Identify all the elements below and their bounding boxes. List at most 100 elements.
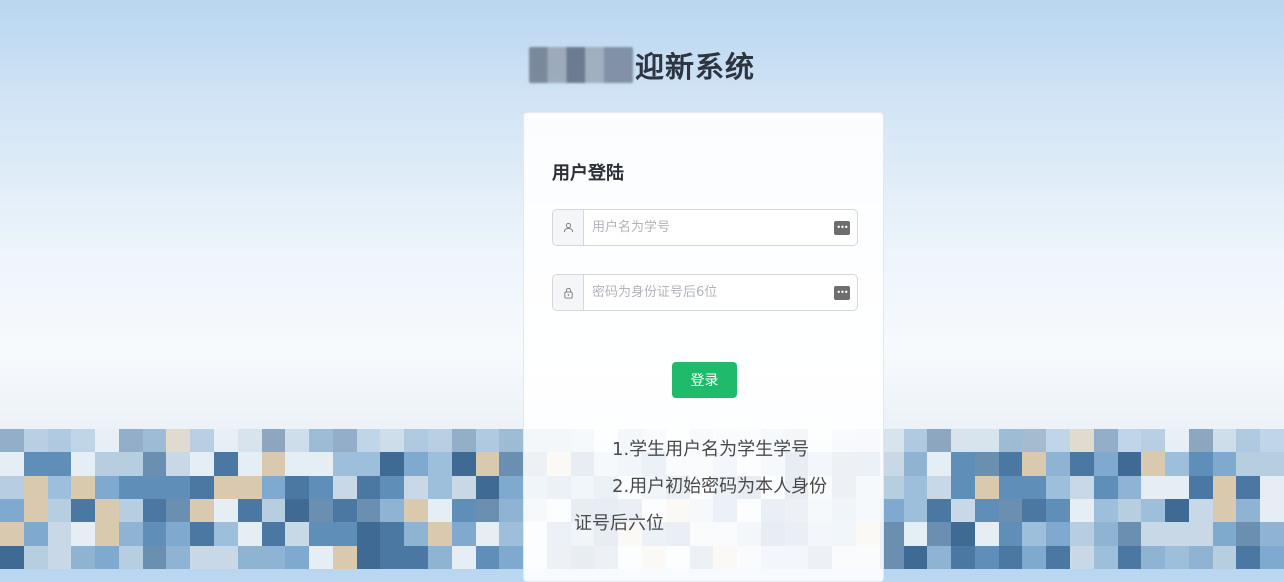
background-pixel	[1141, 522, 1166, 546]
background-pixel	[927, 499, 952, 523]
background-pixel	[237, 452, 262, 476]
background-pixel	[903, 429, 928, 453]
background-pixel	[23, 452, 48, 476]
background-pixel	[166, 545, 191, 569]
background-pixel	[903, 545, 928, 569]
background-pixel	[71, 522, 96, 546]
background-pixel	[332, 452, 357, 476]
background-pixel	[237, 499, 262, 523]
background-pixel	[95, 499, 119, 523]
background-pixel	[214, 429, 238, 453]
background-pixel	[927, 522, 952, 546]
background-pixel	[475, 499, 500, 523]
page-title-text: 迎新系统	[634, 50, 755, 84]
background-pixel	[1212, 522, 1237, 546]
background-pixel	[23, 545, 48, 569]
background-pixel	[285, 545, 310, 569]
background-pixel	[380, 475, 405, 499]
username-input[interactable]	[584, 210, 834, 245]
background-pixel	[190, 429, 214, 453]
background-pixel	[332, 545, 357, 569]
background-pixel	[1046, 429, 1070, 453]
password-manager-icon[interactable]: •••	[834, 285, 850, 300]
background-pixel	[1022, 522, 1047, 546]
background-pixel	[261, 475, 286, 499]
background-pixel	[1260, 499, 1284, 523]
background-pixel	[951, 545, 975, 569]
background-pixel	[451, 522, 476, 546]
background-pixel	[332, 522, 357, 546]
user-icon	[553, 210, 584, 245]
background-pixel	[951, 475, 975, 499]
background-pixel	[1236, 429, 1261, 453]
background-pixel	[190, 499, 214, 523]
background-pixel	[1141, 499, 1166, 523]
background-pixel	[332, 499, 357, 523]
login-heading: 用户登陆	[552, 163, 624, 184]
background-pixel	[1188, 522, 1213, 546]
background-pixel	[1188, 429, 1213, 453]
background-pixel	[998, 475, 1023, 499]
login-button[interactable]: 登录	[672, 362, 737, 398]
background-pixel	[428, 452, 452, 476]
background-pixel	[23, 499, 48, 523]
background-pixel	[1117, 475, 1142, 499]
background-pixel	[404, 452, 428, 476]
password-field: •••	[552, 274, 858, 311]
background-pixel	[1188, 499, 1213, 523]
note-line-2: 2.用户初始密码为本人身份	[612, 476, 828, 497]
background-pixel	[451, 545, 476, 569]
background-pixel	[118, 499, 143, 523]
background-pixel	[974, 545, 999, 569]
background-pixel	[998, 545, 1023, 569]
background-pixel	[1260, 545, 1284, 569]
background-pixel	[1165, 475, 1189, 499]
lock-icon	[553, 275, 584, 310]
background-pixel	[261, 499, 286, 523]
background-pixel	[1093, 545, 1118, 569]
background-pixel	[380, 522, 405, 546]
password-input[interactable]	[584, 275, 834, 310]
background-pixel	[1141, 429, 1166, 453]
background-pixel	[475, 452, 500, 476]
background-pixel	[166, 475, 191, 499]
background-pixel	[142, 429, 167, 453]
background-pixel	[285, 452, 310, 476]
background-pixel	[1260, 429, 1284, 453]
background-pixel	[71, 545, 96, 569]
background-pixel	[309, 522, 333, 546]
background-pixel	[309, 429, 333, 453]
background-pixel	[974, 499, 999, 523]
background-pixel	[998, 429, 1023, 453]
background-pixel	[118, 452, 143, 476]
background-pixel	[95, 522, 119, 546]
background-pixel	[47, 499, 72, 523]
background-pixel	[1236, 522, 1261, 546]
background-pixel	[356, 545, 381, 569]
background-pixel	[1117, 522, 1142, 546]
background-pixel	[118, 475, 143, 499]
background-pixel	[1260, 452, 1284, 476]
background-pixel	[1093, 452, 1118, 476]
password-manager-icon[interactable]: •••	[834, 220, 850, 235]
background-pixel	[1117, 499, 1142, 523]
background-pixel	[1165, 545, 1189, 569]
username-field: •••	[552, 209, 858, 246]
background-pixel	[166, 429, 191, 453]
background-pixel	[451, 499, 476, 523]
background-pixel	[214, 452, 238, 476]
background-pixel	[998, 499, 1023, 523]
background-pixel	[1188, 545, 1213, 569]
background-pixel	[1093, 429, 1118, 453]
background-pixel	[1070, 475, 1094, 499]
background-pixel	[0, 452, 24, 476]
background-pixel	[1141, 475, 1166, 499]
background-pixel	[47, 429, 72, 453]
background-pixel	[903, 522, 928, 546]
background-pixel	[95, 545, 119, 569]
background-pixel	[998, 522, 1023, 546]
background-pixel	[95, 452, 119, 476]
background-pixel	[974, 429, 999, 453]
background-pixel	[95, 475, 119, 499]
background-pixel	[404, 499, 428, 523]
